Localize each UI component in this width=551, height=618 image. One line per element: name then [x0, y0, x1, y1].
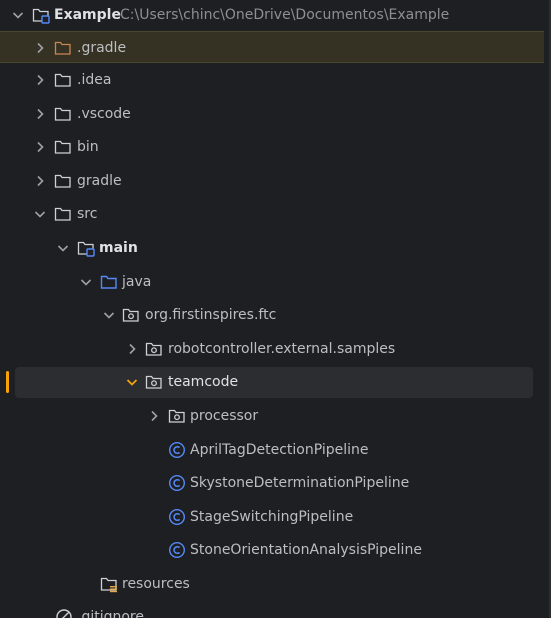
item-label: .idea [77, 72, 112, 88]
item-label: main [99, 240, 138, 256]
folder-icon [54, 207, 71, 221]
chevron-right-icon[interactable] [32, 173, 48, 189]
tree-row-org-firstinspires[interactable]: org.firstinspires.ftc [0, 299, 544, 331]
item-label: java [122, 274, 152, 290]
tree-row-class[interactable]: SkystoneDeterminationPipeline [0, 467, 544, 499]
package-icon [122, 308, 139, 322]
item-label: robotcontroller.external.samples [168, 341, 396, 357]
class-icon [168, 541, 186, 559]
chevron-down-icon[interactable] [124, 374, 140, 390]
class-icon [168, 508, 186, 526]
root-label: Example [54, 7, 121, 23]
folder-icon [54, 41, 71, 55]
item-label: .gitignore [77, 609, 144, 618]
item-label: .vscode [77, 106, 131, 122]
item-label: .gradle [77, 40, 127, 56]
item-label: teamcode [168, 374, 239, 390]
tree-row-main[interactable]: main [0, 232, 544, 264]
tree-row-java[interactable]: java [0, 266, 544, 298]
package-icon [145, 342, 162, 356]
folder-icon [54, 140, 71, 154]
item-label: gradle [77, 173, 122, 189]
item-label: resources [122, 576, 190, 592]
ignored-file-icon [56, 609, 72, 618]
item-label: SkystoneDeterminationPipeline [190, 475, 410, 491]
tree-row-processor[interactable]: processor [0, 400, 544, 432]
chevron-down-icon[interactable] [101, 307, 117, 323]
tree-row-idea[interactable]: .idea [0, 64, 544, 96]
resources-folder-icon [100, 577, 117, 593]
tree-row-bin[interactable]: bin [0, 131, 544, 163]
item-label: src [77, 206, 98, 222]
chevron-right-icon[interactable] [32, 40, 48, 56]
tree-row-gitignore[interactable]: .gitignore [0, 601, 544, 618]
module-folder-icon [77, 241, 95, 257]
tree-row-gradle-hidden[interactable]: .gradle [0, 31, 544, 63]
class-icon [168, 441, 186, 459]
chevron-down-icon[interactable] [10, 7, 26, 23]
tree-row-class[interactable]: AprilTagDetectionPipeline [0, 434, 544, 466]
folder-icon [54, 107, 71, 121]
folder-icon [54, 174, 71, 188]
item-label: org.firstinspires.ftc [145, 307, 277, 323]
item-label: StoneOrientationAnalysisPipeline [190, 542, 422, 558]
class-icon [168, 474, 186, 492]
change-marker [6, 371, 9, 393]
chevron-right-icon[interactable] [146, 408, 162, 424]
tree-row-resources[interactable]: resources [0, 568, 544, 600]
chevron-right-icon[interactable] [32, 106, 48, 122]
root-path: C:\Users\chinc\OneDrive\Documentos\Examp… [120, 7, 450, 23]
chevron-down-icon[interactable] [55, 240, 71, 256]
package-icon [168, 409, 185, 423]
chevron-down-icon[interactable] [32, 206, 48, 222]
item-label: bin [77, 139, 99, 155]
tree-row-robotcontroller[interactable]: robotcontroller.external.samples [0, 333, 544, 365]
source-folder-icon [100, 275, 117, 289]
tree-row-root[interactable]: Example C:\Users\chinc\OneDrive\Document… [0, 0, 544, 31]
item-label: StageSwitchingPipeline [190, 509, 354, 525]
tree-row-class[interactable]: StageSwitchingPipeline [0, 501, 544, 533]
tree-row-teamcode[interactable]: teamcode [0, 366, 544, 398]
tree-row-vscode[interactable]: .vscode [0, 98, 544, 130]
chevron-right-icon[interactable] [32, 139, 48, 155]
tree-row-src[interactable]: src [0, 198, 544, 230]
item-label: AprilTagDetectionPipeline [190, 442, 369, 458]
chevron-right-icon[interactable] [124, 341, 140, 357]
package-icon [145, 375, 162, 389]
item-label: processor [190, 408, 259, 424]
chevron-down-icon[interactable] [78, 274, 94, 290]
tree-row-class[interactable]: StoneOrientationAnalysisPipeline [0, 534, 544, 566]
vertical-scrollbar[interactable] [544, 0, 551, 618]
folder-icon [54, 73, 71, 87]
chevron-right-icon[interactable] [32, 72, 48, 88]
module-folder-icon [32, 8, 50, 24]
selection-background [15, 367, 533, 398]
project-tree: Example C:\Users\chinc\OneDrive\Document… [0, 0, 551, 618]
tree-row-gradle[interactable]: gradle [0, 165, 544, 197]
